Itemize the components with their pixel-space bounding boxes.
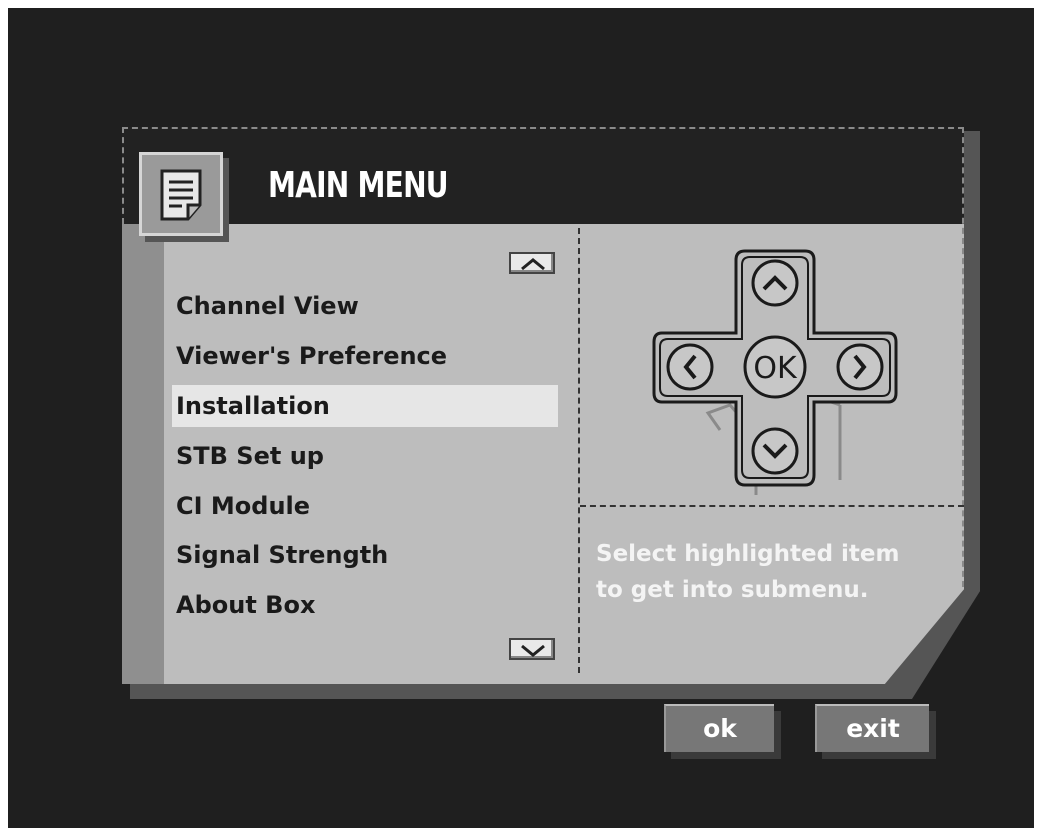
dpad-right-button[interactable] [836, 343, 884, 391]
panel-left-strip [122, 224, 164, 684]
menu-item-viewers-preference[interactable]: Viewer's Preference [172, 335, 558, 377]
menu-item-channel-view[interactable]: Channel View [172, 285, 558, 327]
document-icon [160, 169, 202, 221]
help-text: Select highlighted item to get into subm… [596, 541, 900, 603]
ok-button[interactable]: ok [664, 704, 774, 752]
remote-dpad-graphic: OK [652, 249, 898, 495]
title-bar [122, 127, 964, 224]
menu-item-about-box[interactable]: About Box [172, 584, 558, 626]
row-divider [580, 505, 964, 507]
scroll-down-button[interactable] [509, 638, 555, 660]
dpad-left-button[interactable] [666, 343, 714, 391]
menu-icon [139, 152, 223, 236]
scroll-up-button[interactable] [509, 252, 555, 274]
page-title: MAIN MENU [268, 165, 449, 206]
dpad-ok-label: OK [753, 351, 798, 386]
menu-item-ci-module[interactable]: CI Module [172, 485, 558, 527]
chevron-down-icon [521, 644, 545, 657]
column-divider [578, 228, 580, 673]
exit-button[interactable]: exit [815, 704, 929, 752]
dpad-ok-button[interactable]: OK [743, 335, 807, 399]
panel-border-left [122, 127, 124, 224]
menu-item-stb-set-up[interactable]: STB Set up [172, 435, 558, 477]
panel-border-right [962, 127, 964, 587]
chevron-up-icon [521, 258, 545, 271]
dpad-down-button[interactable] [751, 427, 799, 475]
dpad-up-button[interactable] [751, 259, 799, 307]
menu-item-signal-strength[interactable]: Signal Strength [172, 534, 558, 576]
menu-item-installation[interactable]: Installation [172, 385, 558, 427]
